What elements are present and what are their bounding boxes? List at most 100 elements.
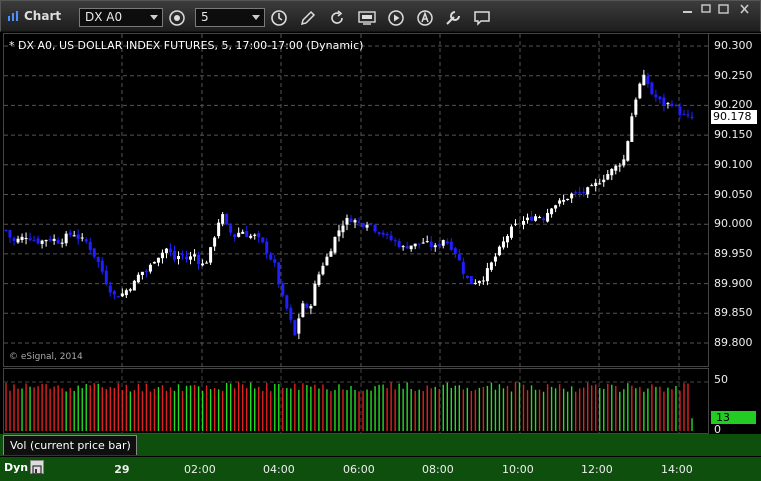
quote-button[interactable] xyxy=(356,7,378,28)
candle-body xyxy=(337,230,341,237)
candle-body xyxy=(40,240,44,244)
candle-body xyxy=(321,265,325,275)
price-axis[interactable]: 90.300 90.250 90.200 90.150 90.100 90.050 90.0… xyxy=(709,33,761,367)
price-chart-pane[interactable]: * DX A0, US DOLLAR INDEX FUTURES, 5, 17:… xyxy=(3,33,710,368)
close-icon[interactable] xyxy=(738,3,751,15)
candle-body xyxy=(602,179,606,183)
play-icon xyxy=(388,9,404,26)
draw-tool-button[interactable] xyxy=(297,7,319,28)
candle-body xyxy=(538,217,542,219)
candle-body xyxy=(550,208,554,215)
candle-body xyxy=(574,192,578,194)
candle-body xyxy=(164,248,168,253)
chevron-down-icon[interactable] xyxy=(150,15,158,20)
candle-body xyxy=(305,303,309,308)
candle-body xyxy=(345,217,349,225)
comments-button[interactable] xyxy=(471,7,493,28)
candle-body xyxy=(433,245,437,248)
candle-body xyxy=(361,223,365,227)
candle-body xyxy=(678,106,682,115)
candle-body xyxy=(24,238,28,240)
candle-body xyxy=(570,193,574,199)
candle-body xyxy=(634,99,638,115)
cursor-mode-button[interactable] xyxy=(326,7,348,28)
refresh-icon xyxy=(331,9,343,24)
symbol-value: DX A0 xyxy=(85,10,123,24)
candle-body xyxy=(201,263,205,266)
candle-body xyxy=(582,191,586,193)
volume-chart xyxy=(4,369,710,435)
candle-body xyxy=(349,218,353,223)
price-chart[interactable] xyxy=(4,34,710,368)
candle-body xyxy=(650,82,654,95)
candle-body xyxy=(269,253,273,260)
candle-body xyxy=(88,241,92,250)
candle-body xyxy=(48,238,52,241)
copyright-label: © eSignal, 2014 xyxy=(9,352,83,362)
candle-body xyxy=(453,248,457,254)
candle-body xyxy=(217,222,221,237)
symbol-combo[interactable]: DX A0 xyxy=(79,8,163,27)
replay-button[interactable] xyxy=(385,7,407,28)
time-axis[interactable]: Dyn 29 02:00 04:00 06:00 08:00 10:00 12:00 14:0… xyxy=(0,456,761,481)
candle-body xyxy=(152,261,156,264)
candle-body xyxy=(273,259,277,263)
candle-body xyxy=(209,247,213,263)
interval-combo[interactable]: 5 xyxy=(195,8,265,27)
candle-body xyxy=(614,165,618,171)
study-tab-label: Vol (current price bar) xyxy=(10,439,131,452)
candle-body xyxy=(497,246,501,256)
candle-body xyxy=(465,275,469,278)
volume-pane[interactable] xyxy=(3,368,710,435)
time-tick: 06:00 xyxy=(343,463,375,476)
candle-body xyxy=(517,222,521,225)
link-settings-button[interactable] xyxy=(166,7,188,28)
candle-body xyxy=(36,238,40,244)
alerts-button[interactable] xyxy=(414,7,436,28)
time-tick: 10:00 xyxy=(502,463,534,476)
alert-a-icon xyxy=(417,9,433,26)
wrench-icon xyxy=(446,10,460,25)
candle-body xyxy=(473,282,477,285)
candle-body xyxy=(52,238,56,241)
formula-button[interactable] xyxy=(442,7,464,28)
time-tick: 04:00 xyxy=(263,463,295,476)
minimize-icon[interactable] xyxy=(681,3,694,15)
candle-body xyxy=(662,97,666,106)
candle-body xyxy=(60,242,64,244)
restore-icon[interactable] xyxy=(699,3,712,15)
candle-body xyxy=(197,254,201,265)
candle-body xyxy=(213,237,217,247)
time-template-button[interactable] xyxy=(268,7,290,28)
candle-body xyxy=(313,283,317,306)
candle-body xyxy=(249,235,253,238)
candle-body xyxy=(505,236,509,243)
chevron-down-icon[interactable] xyxy=(252,15,260,20)
candle-body xyxy=(526,217,530,221)
maximize-icon[interactable] xyxy=(717,3,730,15)
dynamic-mode-button[interactable] xyxy=(30,460,44,475)
candle-body xyxy=(233,234,237,238)
candle-body xyxy=(100,260,104,272)
candle-body xyxy=(120,293,124,297)
study-tab-volume[interactable]: Vol (current price bar) xyxy=(3,435,137,455)
candle-body xyxy=(92,248,96,257)
candle-body xyxy=(237,232,241,237)
candle-body xyxy=(373,224,377,232)
pencil-icon xyxy=(300,10,316,25)
candle-body xyxy=(578,192,582,194)
candle-body xyxy=(297,318,301,334)
candle-body xyxy=(32,239,36,241)
chart-app-icon xyxy=(8,11,18,21)
candle-body xyxy=(289,307,293,320)
candle-body xyxy=(461,262,465,274)
candle-body xyxy=(690,116,694,119)
candle-body xyxy=(674,105,678,107)
candle-body xyxy=(610,168,614,176)
candle-body xyxy=(590,185,594,187)
candle-body xyxy=(389,235,393,241)
candle-body xyxy=(445,241,449,244)
candle-body xyxy=(44,240,48,242)
time-tick: 29 xyxy=(114,463,130,476)
time-tick: 02:00 xyxy=(184,463,216,476)
